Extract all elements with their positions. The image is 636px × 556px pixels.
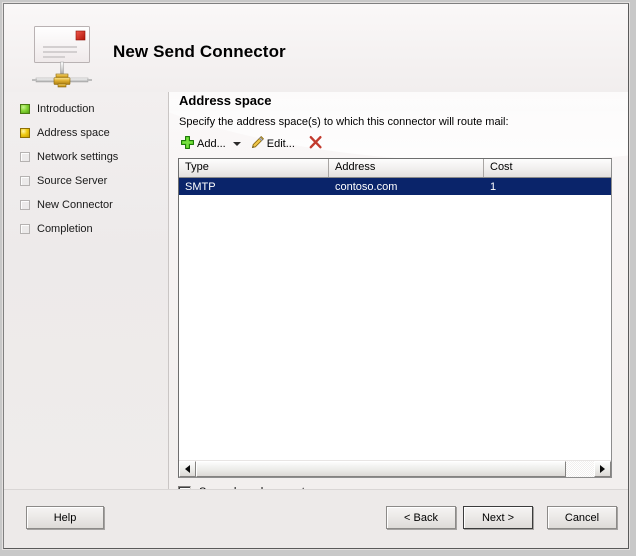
triangle-right-icon — [600, 465, 605, 473]
cell-cost: 1 — [490, 180, 497, 193]
wizard-content-panel: Address space Specify the address space(… — [169, 92, 628, 492]
scrollbar-thumb[interactable] — [196, 461, 567, 477]
green-plus-icon — [180, 135, 195, 153]
empty-square-icon — [20, 176, 30, 186]
triangle-left-icon — [185, 465, 190, 473]
sidebar-item-completion[interactable]: Completion — [4, 217, 169, 241]
sidebar-item-network-settings[interactable]: Network settings — [4, 145, 169, 169]
column-header-type[interactable]: Type — [179, 159, 329, 177]
address-space-listview[interactable]: Type Address Cost SMTP contoso.com 1 — [178, 158, 612, 478]
back-button[interactable]: < Back — [386, 506, 456, 529]
wizard-header: New Send Connector — [4, 4, 628, 92]
cancel-button[interactable]: Cancel — [547, 506, 617, 529]
sidebar-item-label: Network settings — [37, 151, 119, 163]
listview-header-row: Type Address Cost — [179, 159, 611, 178]
content-instruction-text: Specify the address space(s) to which th… — [179, 116, 509, 128]
red-x-icon — [308, 135, 323, 153]
address-space-toolbar: Add... Edit... — [178, 133, 325, 155]
horizontal-scrollbar[interactable] — [179, 460, 611, 477]
sidebar-item-label: Source Server — [37, 175, 108, 187]
send-connector-icon — [32, 24, 96, 90]
sidebar-item-address-space[interactable]: Address space — [4, 121, 169, 145]
edit-button-label: Edit... — [266, 138, 295, 150]
empty-square-icon — [20, 152, 30, 162]
sidebar-item-label: New Connector — [37, 199, 113, 211]
sidebar-item-new-connector[interactable]: New Connector — [4, 193, 169, 217]
edit-button[interactable]: Edit... — [248, 134, 297, 154]
help-button[interactable]: Help — [26, 506, 104, 529]
column-header-cost[interactable]: Cost — [484, 159, 611, 177]
add-button[interactable]: Add... — [178, 134, 228, 154]
sidebar-item-label: Address space — [37, 127, 110, 139]
content-heading: Address space — [179, 93, 272, 108]
add-button-label: Add... — [197, 138, 226, 150]
pencil-icon — [250, 135, 265, 153]
cell-type: SMTP — [185, 180, 216, 193]
scroll-left-button[interactable] — [179, 461, 196, 477]
sidebar-item-source-server[interactable]: Source Server — [4, 169, 169, 193]
column-header-address[interactable]: Address — [329, 159, 484, 177]
next-button[interactable]: Next > — [463, 506, 533, 529]
wizard-sidebar: Introduction Address space Network setti… — [4, 92, 169, 492]
sidebar-item-label: Completion — [37, 223, 93, 235]
yellow-square-icon — [20, 128, 30, 138]
cell-address: contoso.com — [335, 180, 398, 193]
empty-square-icon — [20, 224, 30, 234]
sidebar-item-introduction[interactable]: Introduction — [4, 97, 169, 121]
wizard-footer: Help < Back Next > Cancel — [4, 489, 628, 548]
wizard-window: New Send Connector Introduction Address … — [3, 3, 629, 549]
page-title: New Send Connector — [113, 42, 286, 61]
green-square-icon — [20, 104, 30, 114]
chevron-down-icon[interactable] — [232, 142, 241, 146]
table-row[interactable]: SMTP contoso.com 1 — [179, 178, 611, 195]
sidebar-item-label: Introduction — [37, 103, 95, 115]
sidebar-step-list: Introduction Address space Network setti… — [4, 92, 169, 241]
empty-square-icon — [20, 200, 30, 210]
delete-button[interactable] — [306, 134, 325, 154]
scrollbar-track[interactable] — [196, 461, 594, 477]
scroll-right-button[interactable] — [594, 461, 611, 477]
